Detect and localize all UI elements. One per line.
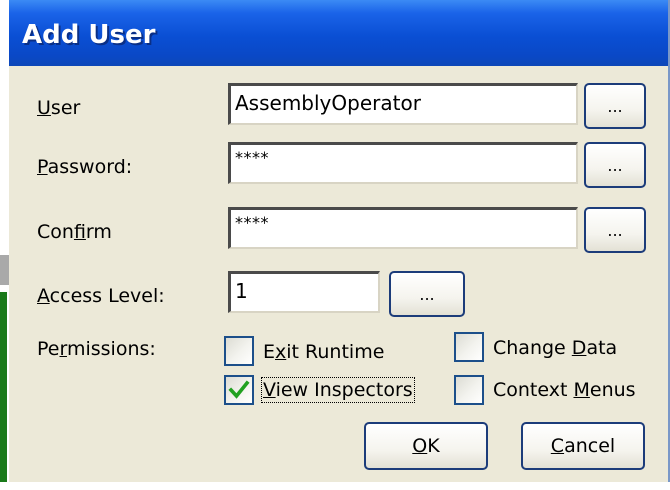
exit-runtime-checkbox[interactable]: [224, 336, 254, 366]
check-mark-icon: [228, 380, 250, 399]
password-label: Password:: [37, 156, 133, 178]
password-input[interactable]: ****: [228, 142, 578, 184]
context-menus-label[interactable]: Context Menus: [493, 379, 636, 401]
context-menus-checkbox[interactable]: [454, 375, 484, 405]
user-input[interactable]: AssemblyOperator: [228, 83, 578, 125]
access-level-browse-button[interactable]: ...: [389, 271, 465, 317]
user-label: User: [37, 97, 81, 119]
dialog-body: User AssemblyOperator ... Password: ****…: [9, 66, 668, 482]
confirm-input[interactable]: ****: [228, 207, 578, 249]
access-level-input[interactable]: 1: [228, 271, 380, 313]
view-inspectors-checkbox[interactable]: [224, 375, 254, 405]
confirm-label: Confirm: [37, 221, 112, 243]
view-inspectors-label[interactable]: View Inspectors: [261, 377, 415, 403]
change-data-checkbox[interactable]: [454, 332, 484, 362]
user-browse-button[interactable]: ...: [584, 83, 646, 129]
access-level-label: Access Level:: [37, 285, 165, 307]
password-browse-button[interactable]: ...: [584, 142, 646, 188]
title-bar[interactable]: Add User: [9, 0, 668, 66]
dialog-title: Add User: [22, 20, 156, 50]
background-window-edge: [0, 255, 9, 285]
permissions-label: Permissions:: [37, 338, 156, 360]
add-user-dialog: Add User User AssemblyOperator ... Passw…: [9, 0, 670, 482]
confirm-browse-button[interactable]: ...: [584, 207, 646, 253]
change-data-label[interactable]: Change Data: [493, 337, 617, 359]
screen: Add User User AssemblyOperator ... Passw…: [0, 0, 670, 490]
ok-button[interactable]: OK: [364, 422, 488, 470]
background-window-edge-green: [0, 292, 7, 482]
cancel-button[interactable]: Cancel: [521, 422, 645, 470]
exit-runtime-label[interactable]: Exit Runtime: [263, 341, 384, 363]
